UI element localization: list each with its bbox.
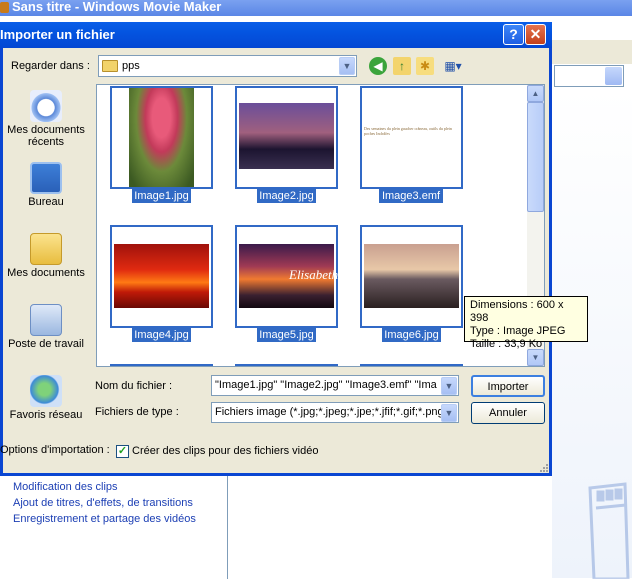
task-link-save-share[interactable]: Enregistrement et partage des vidéos: [13, 513, 196, 525]
task-link-edit-clips[interactable]: Modification des clips: [13, 481, 118, 493]
my-documents-icon: [30, 233, 62, 265]
create-clips-label: Créer des clips pour des fichiers vidéo: [132, 445, 319, 457]
tooltip-dimensions: Dimensions : 600 x 398: [470, 299, 564, 324]
up-folder-icon[interactable]: ↑: [393, 57, 411, 75]
film-strip-icon: [588, 482, 630, 579]
look-in-label: Regarder dans :: [11, 60, 90, 72]
file-name-label[interactable]: Image5.jpg: [257, 328, 316, 342]
image5-overlay-text: Elisabeth: [289, 267, 339, 282]
close-button[interactable]: ✕: [525, 24, 546, 45]
tooltip-size: Taille : 33,9 Ko: [470, 338, 543, 350]
file-thumbnail-partial[interactable]: [360, 364, 463, 366]
file-info-tooltip: Dimensions : 600 x 398 Type : Image JPEG…: [464, 296, 588, 350]
movie-maker-app-icon: [0, 2, 9, 13]
chevron-down-icon[interactable]: [605, 67, 622, 85]
chevron-down-icon[interactable]: ▼: [441, 404, 457, 422]
image3-preview-text: Des semaines du plein gaucher crâneau, o…: [364, 126, 452, 136]
dialog-titlebar: Importer un fichier ? ✕: [0, 22, 552, 48]
new-folder-icon[interactable]: ✱: [416, 57, 434, 75]
movie-tasks-pane: Modification des clips Ajout de titres, …: [0, 476, 228, 579]
place-label: Bureau: [28, 196, 64, 208]
chevron-down-icon[interactable]: ▼: [339, 57, 355, 75]
scroll-down-arrow-icon[interactable]: ▼: [527, 349, 544, 366]
folder-icon: [102, 60, 118, 72]
dialog-title: Importer un fichier: [0, 27, 115, 42]
task-link-titles-effects[interactable]: Ajout de titres, d'effets, de transition…: [13, 497, 193, 509]
background-toolbar: [552, 40, 632, 64]
place-my-documents[interactable]: Mes documents: [3, 233, 89, 279]
filename-input[interactable]: "Image1.jpg" "Image2.jpg" "Image3.emf" "…: [211, 375, 459, 396]
import-button[interactable]: Importer: [471, 375, 545, 397]
filetype-label: Fichiers de type :: [95, 406, 179, 418]
file-thumbnail-partial[interactable]: [235, 364, 338, 366]
filetype-select[interactable]: Fichiers image (*.jpg;*.jpeg;*.jpe;*.jfi…: [211, 402, 459, 423]
tooltip-type: Type : Image JPEG: [470, 325, 566, 337]
place-label: Favoris réseau: [9, 409, 83, 421]
file-thumbnail-partial[interactable]: [110, 364, 213, 366]
network-places-icon: [30, 375, 62, 407]
file-thumbnail-image2[interactable]: [235, 86, 338, 189]
places-bar: Mes documents récents Bureau Mes documen…: [3, 84, 89, 421]
create-clips-checkbox[interactable]: ✓: [116, 445, 129, 458]
place-recent-documents[interactable]: Mes documents récents: [3, 90, 89, 148]
background-window-titlebar: Sans titre - Windows Movie Maker: [0, 0, 632, 16]
file-name-label[interactable]: Image1.jpg: [132, 189, 191, 203]
tulip-thumbnail: [129, 88, 194, 187]
place-label: Mes documents: [7, 267, 85, 279]
import-file-dialog: Importer un fichier ? ✕ Regarder dans : …: [0, 22, 552, 476]
look-in-dropdown[interactable]: pps ▼: [98, 55, 357, 77]
back-arrow-icon[interactable]: ◀: [369, 57, 387, 75]
chevron-down-icon[interactable]: ▼: [441, 377, 457, 395]
background-collection-dropdown[interactable]: [554, 65, 624, 87]
file-name-label[interactable]: Image2.jpg: [257, 189, 316, 203]
file-thumbnail-image1[interactable]: [110, 86, 213, 189]
resize-grip-icon[interactable]: [537, 461, 549, 473]
filename-label: Nom du fichier :: [95, 380, 173, 392]
file-name-label[interactable]: Image3.emf: [379, 189, 443, 203]
place-label: Poste de travail: [8, 338, 84, 350]
skyline-thumbnail: [239, 103, 334, 169]
scrollbar-thumb[interactable]: [527, 102, 544, 212]
scroll-up-arrow-icon[interactable]: ▲: [527, 85, 544, 102]
import-options-label: Options d'importation :: [0, 444, 110, 456]
look-in-value: pps: [122, 60, 140, 72]
file-name-label[interactable]: Image6.jpg: [382, 328, 441, 342]
desktop-icon: [30, 162, 62, 194]
my-computer-icon: [30, 304, 62, 336]
help-button[interactable]: ?: [503, 24, 524, 45]
place-desktop[interactable]: Bureau: [3, 162, 89, 208]
background-window-title: Sans titre - Windows Movie Maker: [12, 0, 222, 14]
file-thumbnail-image6[interactable]: [360, 225, 463, 328]
place-my-computer[interactable]: Poste de travail: [3, 304, 89, 350]
place-network[interactable]: Favoris réseau: [3, 375, 89, 421]
place-label: Mes documents récents: [7, 124, 85, 148]
file-thumbnail-image3[interactable]: Des semaines du plein gaucher crâneau, o…: [360, 86, 463, 189]
file-thumbnail-image5[interactable]: Elisabeth: [235, 225, 338, 328]
red-sunset-thumbnail: [114, 244, 209, 308]
file-thumbnail-image4[interactable]: [110, 225, 213, 328]
file-name-label[interactable]: Image4.jpg: [132, 328, 191, 342]
recent-documents-icon: [30, 90, 62, 122]
view-menu-icon[interactable]: ▦▾: [440, 57, 466, 75]
palm-beach-thumbnail: [364, 244, 459, 308]
cancel-button[interactable]: Annuler: [471, 402, 545, 424]
